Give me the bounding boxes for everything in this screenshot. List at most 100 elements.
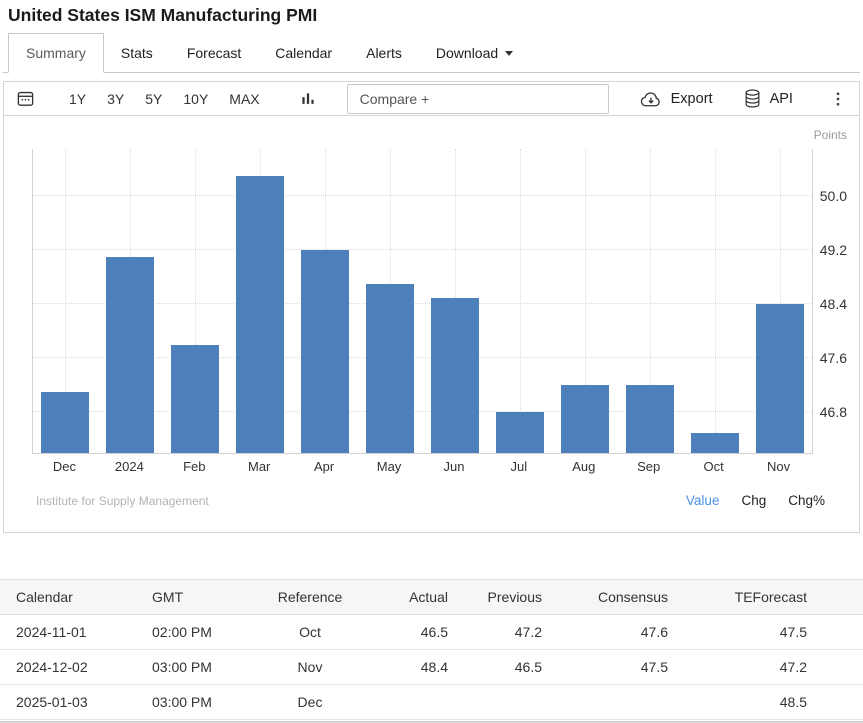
bar-nov[interactable] — [756, 304, 804, 453]
plot-area — [32, 149, 813, 454]
table-cell — [554, 685, 680, 720]
table-cell: 46.5 — [460, 650, 554, 685]
x-axis-label: Jul — [486, 459, 551, 474]
export-button[interactable]: Export — [639, 90, 713, 108]
range-1y[interactable]: 1Y — [69, 91, 86, 107]
column-header: TEForecast — [680, 580, 863, 615]
x-axis-label: Oct — [681, 459, 746, 474]
table-cell: 47.2 — [460, 615, 554, 650]
calendar-table-section: CalendarGMTReferenceActualPreviousConsen… — [0, 579, 863, 720]
tab-label: Forecast — [187, 45, 241, 61]
v-gridline — [520, 149, 521, 453]
tab-label: Stats — [121, 45, 153, 61]
bar-sep[interactable] — [626, 385, 674, 453]
tab-alerts[interactable]: Alerts — [349, 34, 419, 72]
bar-jun[interactable] — [431, 298, 479, 453]
chart-footer: Institute for Supply Management Value Chg… — [4, 472, 859, 532]
table-header-row: CalendarGMTReferenceActualPreviousConsen… — [0, 580, 863, 615]
view-mode-switch: Value Chg Chg% — [686, 493, 825, 508]
x-axis-label: Dec — [32, 459, 97, 474]
export-label: Export — [671, 91, 713, 107]
column-header: Calendar — [0, 580, 140, 615]
table-cell — [370, 685, 460, 720]
range-5y[interactable]: 5Y — [145, 91, 162, 107]
tab-download[interactable]: Download — [419, 34, 530, 72]
tab-bar: Summary Stats Forecast Calendar Alerts Downlo… — [3, 33, 860, 73]
h-gridline — [33, 195, 812, 196]
tab-forecast[interactable]: Forecast — [170, 34, 258, 72]
tab-label: Summary — [26, 45, 86, 61]
data-source-label: Institute for Supply Management — [36, 494, 209, 508]
range-10y[interactable]: 10Y — [183, 91, 208, 107]
bar-feb[interactable] — [171, 345, 219, 453]
table-cell: 2024-12-02 — [0, 650, 140, 685]
calendar-button[interactable] — [16, 89, 35, 108]
tab-label: Alerts — [366, 45, 402, 61]
compare-input[interactable] — [347, 84, 609, 114]
x-axis-label: Mar — [227, 459, 292, 474]
more-options-button[interactable] — [829, 89, 847, 109]
view-mode-value[interactable]: Value — [686, 493, 720, 508]
table-cell: Dec — [250, 685, 370, 720]
h-gridline — [33, 249, 812, 250]
bar-dec[interactable] — [41, 392, 89, 453]
database-icon — [743, 88, 762, 109]
y-axis-label: 49.2 — [811, 242, 847, 258]
tab-label: Calendar — [275, 45, 332, 61]
tab-stats[interactable]: Stats — [104, 34, 170, 72]
table-row: 2025-01-0303:00 PMDec48.5 — [0, 685, 863, 720]
tab-calendar[interactable]: Calendar — [258, 34, 349, 72]
calendar-icon — [16, 89, 35, 108]
table-cell: 47.2 — [680, 650, 863, 685]
bar-chart-icon — [299, 89, 317, 109]
chart-panel: 1Y 3Y 5Y 10Y MAX — [3, 81, 860, 533]
v-gridline — [715, 149, 716, 453]
x-axis-label: Sep — [616, 459, 681, 474]
column-header: Reference — [250, 580, 370, 615]
cloud-download-icon — [639, 90, 663, 108]
table-cell: 2024-11-01 — [0, 615, 140, 650]
x-axis-label: May — [357, 459, 422, 474]
bar-oct[interactable] — [691, 433, 739, 453]
table-cell: Oct — [250, 615, 370, 650]
range-max[interactable]: MAX — [229, 91, 259, 107]
range-3y[interactable]: 3Y — [107, 91, 124, 107]
table-cell: 2025-01-03 — [0, 685, 140, 720]
column-header: Consensus — [554, 580, 680, 615]
view-mode-chg[interactable]: Chg — [741, 493, 766, 508]
kebab-menu-icon — [829, 89, 847, 109]
x-axis-label: Feb — [162, 459, 227, 474]
bar-mar[interactable] — [236, 176, 284, 453]
table-cell: Nov — [250, 650, 370, 685]
table-row: 2024-12-0203:00 PMNov48.446.547.547.2 — [0, 650, 863, 685]
chart-region: Points 46.847.648.449.250.0Dec2024FebMar… — [4, 116, 859, 472]
page-title: United States ISM Manufacturing PMI — [3, 0, 860, 26]
table-cell: 46.5 — [370, 615, 460, 650]
view-mode-chg-pct[interactable]: Chg% — [788, 493, 825, 508]
page: United States ISM Manufacturing PMI Summ… — [0, 0, 863, 723]
table-cell: 02:00 PM — [140, 615, 250, 650]
column-header: GMT — [140, 580, 250, 615]
bar-apr[interactable] — [301, 250, 349, 453]
x-axis-label: Jun — [422, 459, 487, 474]
bar-aug[interactable] — [561, 385, 609, 453]
y-axis-label: 46.8 — [811, 404, 847, 420]
x-axis-label: Aug — [551, 459, 616, 474]
y-axis-label: 47.6 — [811, 350, 847, 366]
table-cell: 03:00 PM — [140, 685, 250, 720]
caret-down-icon — [505, 51, 513, 56]
y-axis-label: 48.4 — [811, 296, 847, 312]
bar-jul[interactable] — [496, 412, 544, 453]
column-header: Previous — [460, 580, 554, 615]
table-row: 2024-11-0102:00 PMOct46.547.247.647.5 — [0, 615, 863, 650]
y-axis-unit-label: Points — [814, 128, 847, 142]
api-button[interactable]: API — [743, 88, 793, 109]
column-header: Actual — [370, 580, 460, 615]
range-buttons: 1Y 3Y 5Y 10Y MAX — [69, 91, 281, 107]
tab-summary[interactable]: Summary — [8, 33, 104, 73]
table-body: 2024-11-0102:00 PMOct46.547.247.647.5202… — [0, 615, 863, 720]
bar-may[interactable] — [366, 284, 414, 453]
x-axis-label: Apr — [292, 459, 357, 474]
bar-2024[interactable] — [106, 257, 154, 453]
chart-type-button[interactable] — [299, 89, 317, 109]
